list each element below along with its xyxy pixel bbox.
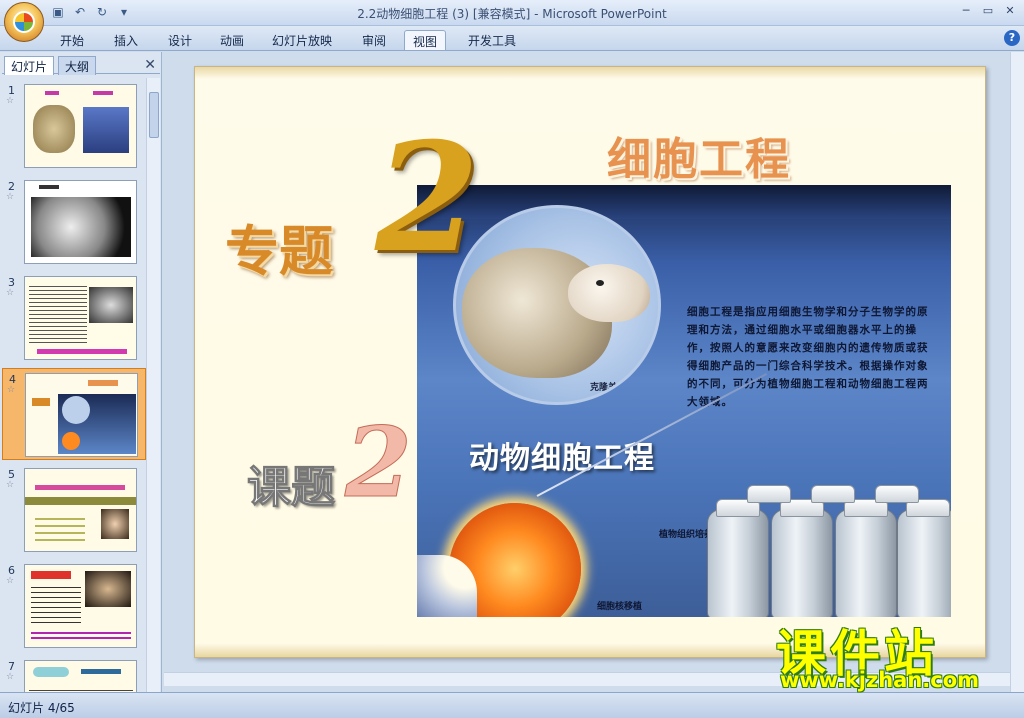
slide-editor: 细胞工程 克隆羊多利 细胞工程是指应用细胞生物学和分子生物学的原理和方法，通过细… (164, 52, 1010, 692)
label-nuclear-transfer: 细胞核移植 (597, 602, 643, 612)
sheep-image: 克隆羊多利 (453, 205, 661, 405)
animation-star-icon: ☆ (6, 672, 15, 682)
slide-thumb-image (24, 84, 137, 168)
slide-thumb-image (25, 373, 138, 457)
editor-vertical-scrollbar[interactable] (1010, 52, 1024, 692)
animation-star-icon: ☆ (6, 288, 15, 298)
tab-insert[interactable]: 插入 (106, 30, 146, 50)
watermark-url: www.kjzhan.com (780, 668, 980, 692)
office-logo-icon (13, 11, 35, 33)
tab-slides[interactable]: 幻灯片 (4, 56, 55, 75)
tab-review[interactable]: 审阅 (354, 30, 394, 50)
label-plant-culture: 植物组织培养 (659, 530, 714, 540)
tab-developer[interactable]: 开发工具 (460, 30, 524, 50)
office-button[interactable] (4, 2, 44, 42)
tab-view[interactable]: 视图 (404, 30, 447, 50)
maximize-icon[interactable]: ▭ (978, 2, 998, 18)
slide-title[interactable]: 细胞工程 (607, 123, 791, 187)
photo-heading: 动物细胞工程 (469, 441, 655, 476)
window-title: 2.2动物细胞工程 (3) [兼容模式] - Microsoft PowerPo… (357, 7, 667, 21)
animation-star-icon: ☆ (6, 96, 15, 106)
close-icon[interactable]: ✕ (1000, 2, 1020, 18)
slide-thumb-3[interactable]: 3 ☆ (2, 272, 146, 364)
title-bar: ▣ ↶ ↻ ▾ 2.2动物细胞工程 (3) [兼容模式] - Microsoft… (0, 0, 1024, 26)
bottles-image (707, 485, 951, 617)
slide-thumb-5[interactable]: 5 ☆ (2, 464, 146, 556)
slide-thumb-6[interactable]: 6 ☆ (2, 560, 146, 652)
topic-label[interactable]: 专题 (225, 207, 333, 286)
slide-indicator: 幻灯片 4/65 (8, 701, 75, 715)
photo-top-shade (417, 185, 951, 219)
tab-design[interactable]: 设计 (160, 30, 200, 50)
slide-thumb-image (24, 180, 137, 264)
slide-thumb-7[interactable]: 7 ☆ (2, 656, 146, 692)
status-bar: 幻灯片 4/65 (0, 692, 1024, 718)
window-controls: ─ ▭ ✕ (956, 2, 1020, 18)
current-slide[interactable]: 细胞工程 克隆羊多利 细胞工程是指应用细胞生物学和分子生物学的原理和方法，通过细… (194, 66, 986, 658)
sheep-head (568, 264, 650, 322)
animation-star-icon: ☆ (6, 576, 15, 586)
scrollbar-thumb[interactable] (149, 92, 159, 138)
sheep-eye (596, 280, 604, 286)
thumbnails-scrollbar[interactable] (146, 78, 160, 692)
animation-star-icon: ☆ (6, 192, 15, 202)
animation-star-icon: ☆ (6, 480, 15, 490)
slide-thumb-image (24, 564, 137, 648)
minimize-icon[interactable]: ─ (956, 2, 976, 18)
close-pane-icon[interactable]: ✕ (144, 57, 156, 73)
pane-tabs: 幻灯片 大纲 ✕ (2, 54, 160, 75)
topic-number[interactable]: 2 (375, 123, 479, 273)
tab-outline[interactable]: 大纲 (58, 56, 97, 75)
slide-top-band (195, 67, 985, 79)
animation-star-icon: ☆ (7, 385, 16, 395)
lesson-number[interactable]: 2 (345, 414, 413, 511)
sheep-caption: 克隆羊多利 (590, 383, 636, 393)
tab-animations[interactable]: 动画 (212, 30, 252, 50)
ribbon-tabs: 开始 插入 设计 动画 幻灯片放映 审阅 视图 开发工具 (0, 26, 1024, 51)
tab-home[interactable]: 开始 (52, 30, 92, 50)
slide-thumbnails: 1 ☆ 2 ☆ 3 ☆ 4 ☆ 5 ☆ 6 ☆ 7 ☆ (2, 78, 146, 692)
slides-pane: 幻灯片 大纲 ✕ 1 ☆ 2 ☆ 3 ☆ 4 ☆ 5 ☆ 6 ☆ 7 ☆ (0, 52, 162, 692)
slide-thumb-image (24, 660, 137, 692)
help-icon[interactable]: ? (1004, 30, 1020, 46)
slide-thumb-image (24, 468, 137, 552)
slide-thumb-image (24, 276, 137, 360)
slide-photo[interactable]: 克隆羊多利 细胞工程是指应用细胞生物学和分子生物学的原理和方法，通过细胞水平或细… (417, 185, 951, 617)
tab-slideshow[interactable]: 幻灯片放映 (264, 30, 340, 50)
slide-thumb-4[interactable]: 4 ☆ (2, 368, 146, 460)
slide-thumb-2[interactable]: 2 ☆ (2, 176, 146, 268)
slide-thumb-1[interactable]: 1 ☆ (2, 80, 146, 172)
lesson-label[interactable]: 课题 (247, 451, 336, 515)
